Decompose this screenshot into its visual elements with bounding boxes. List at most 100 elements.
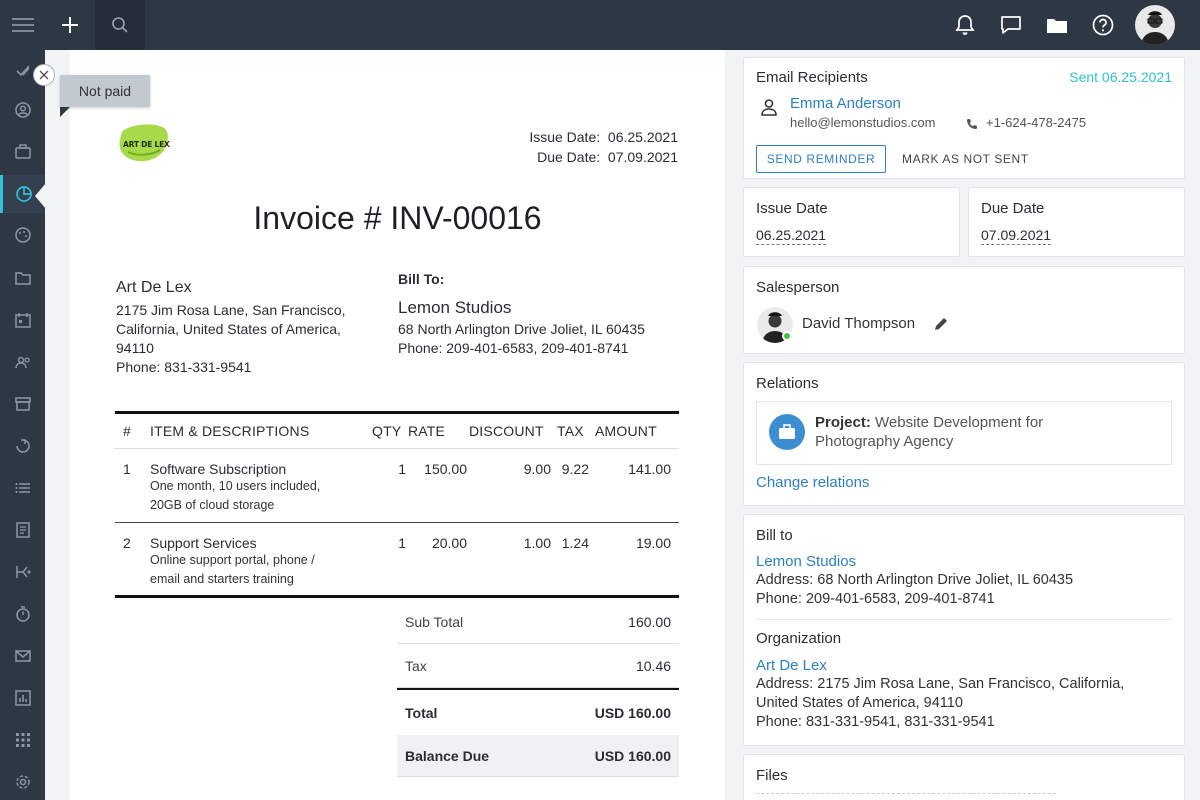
company-logo: ART DE LEX (118, 122, 170, 166)
invoice-title: Invoice # INV-00016 (253, 200, 542, 236)
bill-to-card-name[interactable]: Lemon Studios (756, 553, 856, 570)
total-label: Total (405, 704, 438, 721)
calendar-icon (14, 313, 31, 328)
bill-to-name: Lemon Studios (398, 298, 512, 317)
row-rate: 150.00 (424, 461, 467, 477)
mail-icon (14, 650, 31, 662)
sidebar-item-archive[interactable] (0, 385, 45, 423)
from-name: Art De Lex (116, 279, 192, 296)
due-date-field[interactable]: 07.09.2021 (981, 226, 1052, 245)
item-desc-line2: 20GB of cloud storage (150, 498, 275, 512)
user-menu[interactable] (1134, 0, 1176, 50)
sidebar-item-settings[interactable] (0, 763, 45, 800)
tax-row: Tax 10.46 (397, 644, 679, 688)
row-rate: 20.00 (431, 535, 467, 551)
files-dropzone[interactable] (756, 793, 1056, 794)
row-discount: 9.00 (523, 461, 551, 477)
salesperson-title: Salesperson (756, 279, 840, 296)
relation-item[interactable]: Project: Website Development for Photogr… (756, 401, 1172, 465)
mark-not-sent-button[interactable]: MARK AS NOT SENT (902, 145, 1029, 173)
change-relations-link[interactable]: Change relations (756, 474, 869, 491)
sidebar (0, 50, 45, 800)
chat-button[interactable] (996, 0, 1026, 50)
tax-value: 10.46 (635, 657, 671, 674)
menu-button[interactable] (0, 0, 45, 50)
due-date-card: Due Date 07.09.2021 (968, 187, 1185, 257)
sidebar-item-flow[interactable] (0, 553, 45, 591)
issue-date-label: Issue Date: (529, 129, 601, 145)
col-rate: RATE (408, 423, 446, 439)
due-date-label: Due Date: (537, 149, 601, 165)
due-date-input[interactable]: 07.09.2021 (981, 226, 1052, 245)
sidebar-item-report[interactable] (0, 679, 45, 717)
col-item: ITEM & DESCRIPTIONS (150, 423, 310, 439)
bill-to-card-address: Address: 68 North Arlington Drive Joliet… (756, 572, 1074, 588)
balance-value: USD 160.00 (594, 747, 671, 764)
flow-icon (15, 566, 30, 578)
sent-status: Sent 06.25.2021 (1069, 69, 1172, 85)
divider (756, 619, 1172, 620)
relation-type: Project: (815, 414, 871, 431)
col-discount: DISCOUNT (469, 423, 544, 439)
timer-icon (15, 606, 30, 622)
sidebar-item-list[interactable] (0, 469, 45, 507)
pencil-icon[interactable] (933, 316, 949, 332)
sidebar-item-users[interactable] (0, 343, 45, 381)
balance-row: Balance Due USD 160.00 (397, 735, 679, 777)
due-date-title: Due Date (981, 200, 1045, 217)
files-button[interactable] (1042, 0, 1072, 50)
bill-to-phone: Phone: 209-401-6583, 209-401-8741 (398, 340, 629, 356)
recipient-name-link[interactable]: Emma Anderson (790, 95, 901, 112)
col-amount: AMOUNT (595, 423, 657, 439)
invoice-bill-to: Bill To: Lemon Studios 68 North Arlingto… (398, 270, 698, 358)
sidebar-item-contact[interactable] (0, 91, 45, 129)
bill-to-card-title: Bill to (756, 527, 793, 544)
sidebar-item-palette[interactable] (0, 216, 45, 254)
row-num: 2 (123, 535, 131, 551)
tax-label: Tax (405, 657, 427, 674)
from-phone: Phone: 831-331-9541 (116, 359, 252, 375)
row-num: 1 (123, 461, 131, 477)
search-button[interactable] (95, 0, 145, 50)
close-icon (39, 70, 49, 80)
user-avatar (1135, 5, 1175, 45)
palette-icon (14, 227, 31, 243)
sidebar-item-document[interactable] (0, 511, 45, 549)
sidebar-item-folder[interactable] (0, 259, 45, 297)
users-icon (14, 356, 30, 369)
close-status-button[interactable] (33, 64, 55, 86)
sidebar-item-megaphone[interactable] (0, 427, 45, 465)
project-badge (769, 414, 805, 450)
person-icon (761, 99, 777, 116)
organization-address-line1: Address: 2175 Jim Rosa Lane, San Francis… (756, 676, 1125, 692)
sidebar-item-briefcase[interactable] (0, 133, 45, 171)
balance-label: Balance Due (405, 747, 490, 764)
sidebar-item-timer[interactable] (0, 595, 45, 633)
archive-icon (14, 397, 31, 411)
help-button[interactable] (1088, 0, 1118, 50)
bill-to-card-phone: Phone: 209-401-6583, 209-401-8741 (756, 591, 995, 607)
organization-name[interactable]: Art De Lex (756, 657, 827, 674)
recipient-email: hello@lemonstudios.com (790, 115, 936, 130)
issue-date-input[interactable]: 06.25.2021 (756, 226, 827, 245)
sidebar-item-apps[interactable] (0, 721, 45, 759)
bill-to-address: 68 North Arlington Drive Joliet, IL 6043… (398, 321, 645, 337)
from-address-line1: 2175 Jim Rosa Lane, San Francisco, (116, 302, 346, 318)
sidebar-active-indicator (35, 183, 46, 209)
sidebar-item-mail[interactable] (0, 637, 45, 675)
sidebar-item-calendar[interactable] (0, 301, 45, 339)
email-recipients-title: Email Recipients (756, 69, 868, 86)
organization-title: Organization (756, 630, 842, 647)
bill-to-card: Bill to Lemon Studios Address: 68 North … (743, 514, 1185, 746)
notifications-button[interactable] (950, 0, 980, 50)
row-amount: 19.00 (635, 535, 671, 551)
col-num: # (123, 423, 131, 439)
issue-date-field[interactable]: 06.25.2021 (756, 226, 827, 245)
plus-icon (62, 17, 78, 33)
total-row: Total USD 160.00 (397, 688, 679, 735)
send-reminder-button[interactable]: SEND REMINDER (756, 145, 886, 173)
item-name: Support Services (150, 535, 257, 551)
folder-icon (1047, 19, 1067, 33)
add-button[interactable] (45, 0, 95, 50)
invoice-from: Art De Lex 2175 Jim Rosa Lane, San Franc… (116, 278, 376, 377)
